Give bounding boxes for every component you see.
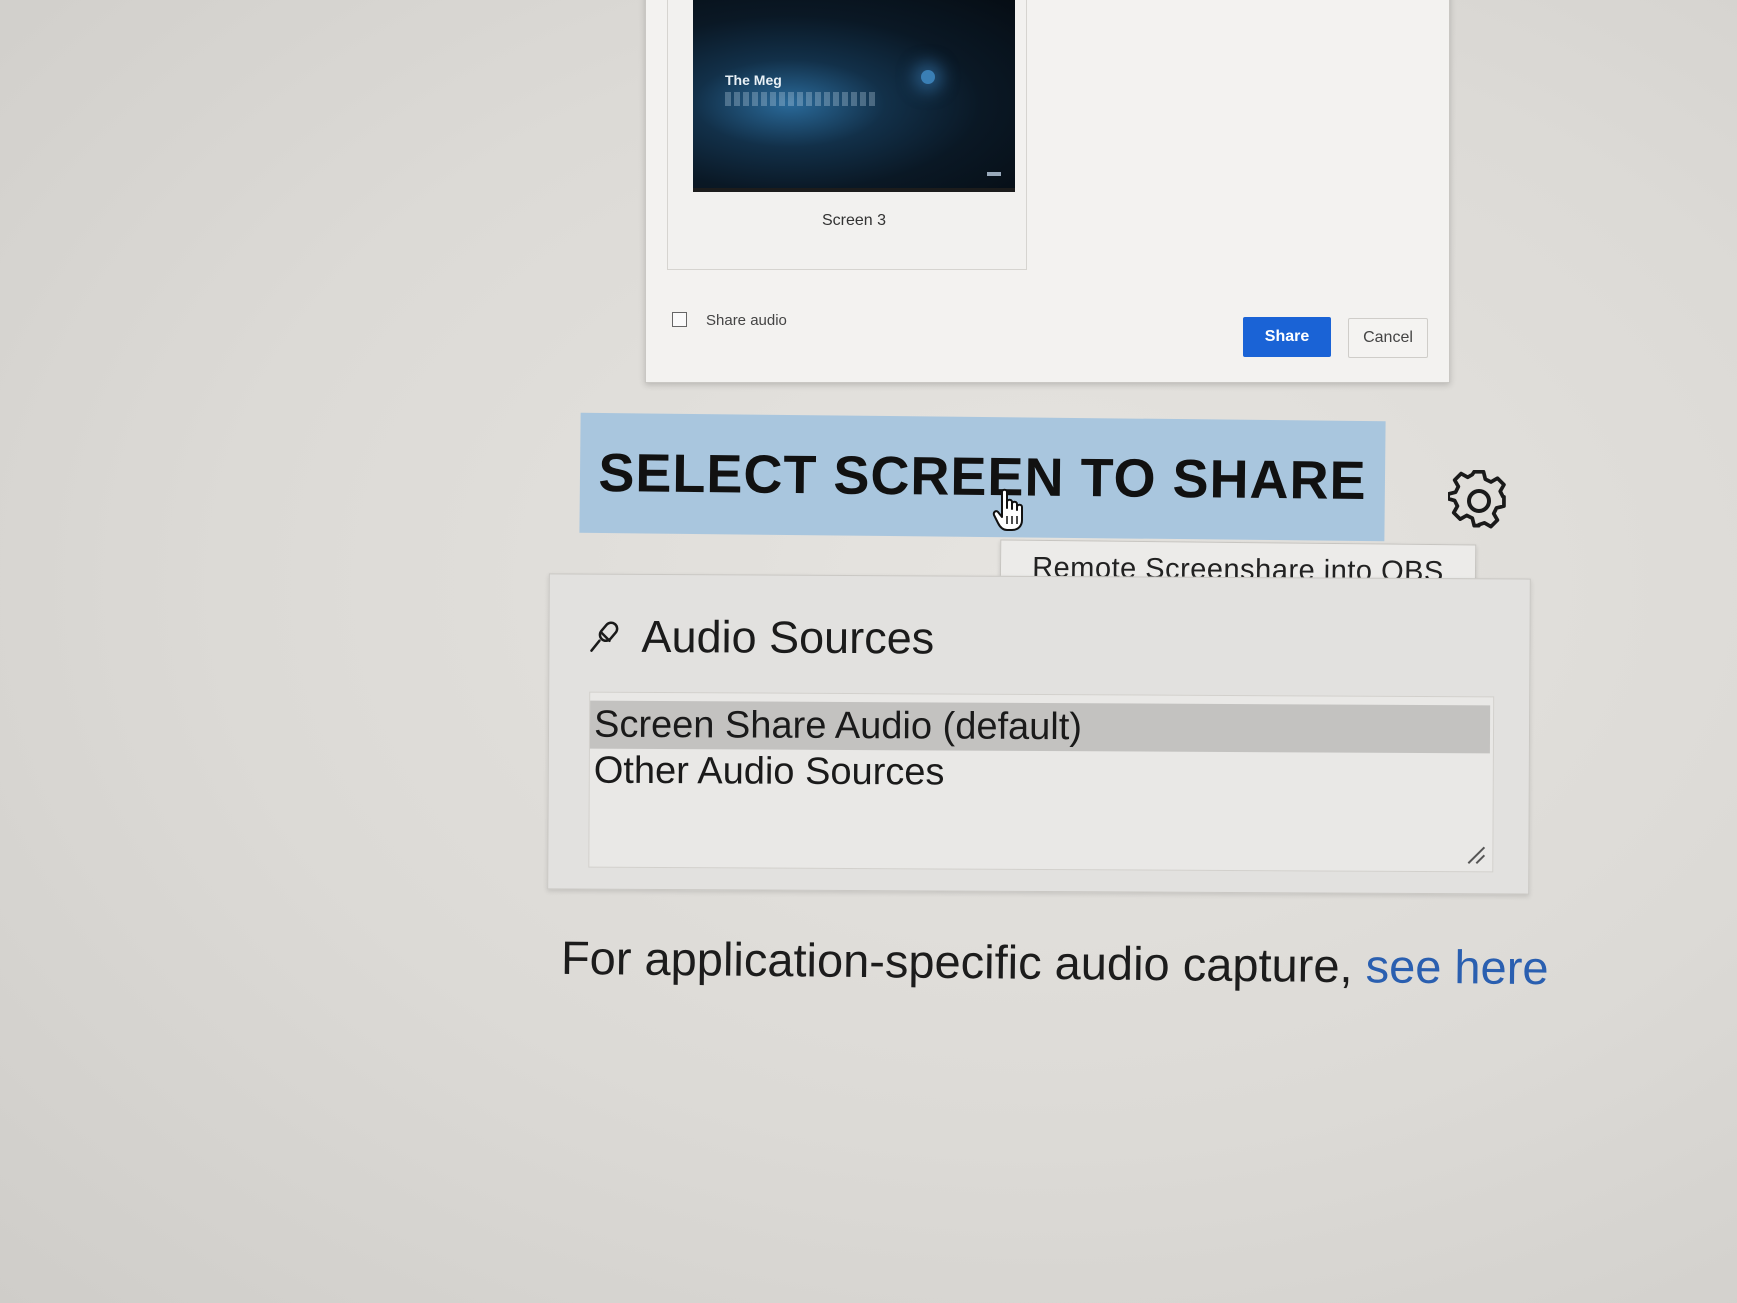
thumbnail-text-lines <box>725 92 875 106</box>
thumbnail-glow <box>921 70 935 84</box>
resize-grip-icon[interactable] <box>1464 843 1486 865</box>
hand-cursor-icon <box>992 488 1023 531</box>
share-button[interactable]: Share <box>1243 317 1331 357</box>
see-here-link[interactable]: see here <box>1365 939 1548 994</box>
footer-caption: For application-specific audio capture, <box>560 930 1366 993</box>
share-audio-label: Share audio <box>706 312 787 329</box>
audio-option-other[interactable]: Other Audio Sources <box>590 747 1490 800</box>
audio-sources-list[interactable]: Screen Share Audio (default) Other Audio… <box>588 691 1495 873</box>
thumbnail-title: The Meg <box>725 72 782 88</box>
microphone-icon <box>590 621 619 652</box>
cancel-button[interactable]: Cancel <box>1348 318 1428 358</box>
audio-sources-panel: Audio Sources Screen Share Audio (defaul… <box>547 573 1531 895</box>
screen-label: Screen 3 <box>821 212 887 229</box>
screen-stage: The Meg Screen 3 Share audio Share Cance… <box>0 0 1737 1303</box>
gear-icon[interactable] <box>1448 470 1510 532</box>
audio-option-screen-share[interactable]: Screen Share Audio (default) <box>589 700 1491 754</box>
select-screen-button[interactable]: SELECT SCREEN TO SHARE <box>579 412 1386 542</box>
screen-thumbnail[interactable]: The Meg <box>693 0 1015 192</box>
audio-sources-header: Audio Sources <box>587 611 934 665</box>
share-audio-checkbox[interactable] <box>672 312 687 327</box>
footer-text: For application-specific audio capture, … <box>561 930 1549 995</box>
thumbnail-corner-mark <box>987 172 1001 176</box>
audio-sources-title: Audio Sources <box>641 610 935 664</box>
